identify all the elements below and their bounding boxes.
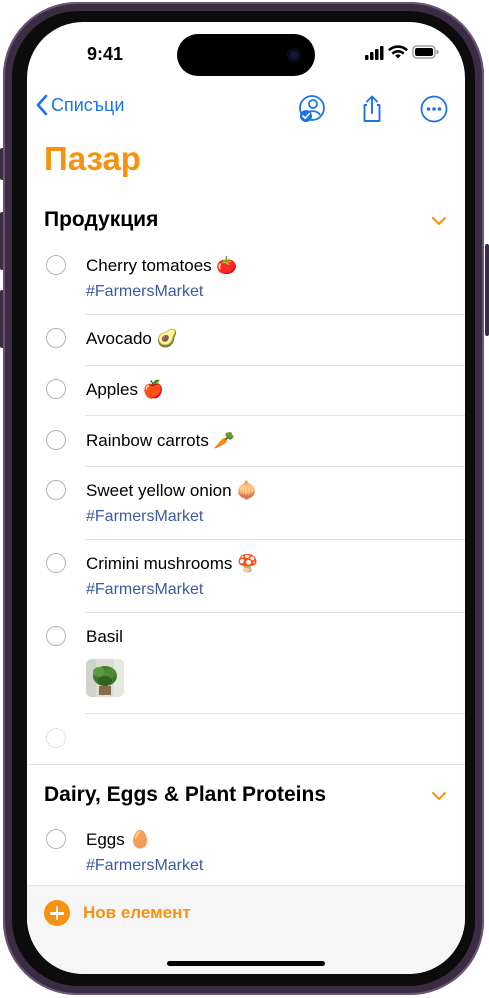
item-title[interactable]: Rainbow carrots 🥕: [86, 431, 235, 451]
section-header-produce: Продукция: [44, 208, 159, 231]
item-title[interactable]: Sweet yellow onion 🧅: [86, 481, 257, 501]
divider: [85, 466, 465, 467]
basil-photo-icon: [86, 659, 124, 697]
plus-circle-icon: [44, 900, 70, 926]
screen: 9:41 Списъци Пазар Продукция Cherry toma…: [27, 22, 465, 974]
completion-checkbox[interactable]: [46, 626, 66, 646]
item-tag[interactable]: #FarmersMarket: [86, 581, 203, 599]
wifi-icon: [388, 45, 408, 59]
back-label: Списъци: [51, 94, 125, 115]
camera-icon: [287, 48, 301, 62]
divider: [85, 539, 465, 540]
basil-photo-thumbnail[interactable]: [86, 659, 124, 697]
status-time: 9:41: [87, 44, 124, 64]
share-people-icon[interactable]: [297, 94, 327, 124]
list-title: Пазар: [44, 140, 141, 177]
chevron-left-icon: [36, 94, 48, 116]
bottom-toolbar: Нов елемент: [27, 885, 465, 974]
home-indicator[interactable]: [167, 961, 325, 966]
dynamic-island: [177, 34, 315, 76]
divider: [85, 314, 465, 315]
section-divider: [27, 764, 465, 765]
chevron-down-icon[interactable]: [431, 213, 447, 229]
item-title[interactable]: Basil: [86, 627, 123, 647]
item-title[interactable]: Avocado 🥑: [86, 329, 178, 349]
item-title[interactable]: Crimini mushrooms 🍄: [86, 554, 258, 574]
battery-icon: [412, 45, 439, 59]
more-options-icon[interactable]: [419, 94, 449, 124]
completion-checkbox[interactable]: [46, 430, 66, 450]
new-item-label: Нов елемент: [83, 903, 191, 922]
item-title[interactable]: Eggs 🥚: [86, 830, 151, 850]
navigation-bar: Списъци: [27, 94, 465, 124]
back-button[interactable]: Списъци: [35, 94, 124, 116]
status-icons: [365, 45, 439, 60]
divider: [85, 365, 465, 366]
divider: [85, 713, 465, 714]
cellular-signal-icon: [365, 46, 384, 60]
section-header-dairy: Dairy, Eggs & Plant Proteins: [44, 783, 327, 806]
completion-checkbox[interactable]: [46, 328, 66, 348]
item-title[interactable]: Apples 🍎: [86, 380, 164, 400]
divider: [85, 612, 465, 613]
chevron-down-icon[interactable]: [431, 788, 447, 804]
share-icon[interactable]: [357, 94, 387, 124]
completion-checkbox[interactable]: [46, 255, 66, 275]
new-item-button[interactable]: Нов елемент: [44, 900, 191, 926]
side-button-power: [485, 244, 489, 336]
divider: [85, 415, 465, 416]
status-bar: 9:41: [27, 22, 465, 82]
empty-checkbox[interactable]: [46, 728, 66, 748]
completion-checkbox[interactable]: [46, 480, 66, 500]
completion-checkbox[interactable]: [46, 379, 66, 399]
item-title[interactable]: Cherry tomatoes 🍅: [86, 256, 238, 276]
item-tag[interactable]: #FarmersMarket: [86, 283, 203, 301]
completion-checkbox[interactable]: [46, 829, 66, 849]
completion-checkbox[interactable]: [46, 553, 66, 573]
item-tag[interactable]: #FarmersMarket: [86, 857, 203, 875]
item-tag[interactable]: #FarmersMarket: [86, 508, 203, 526]
